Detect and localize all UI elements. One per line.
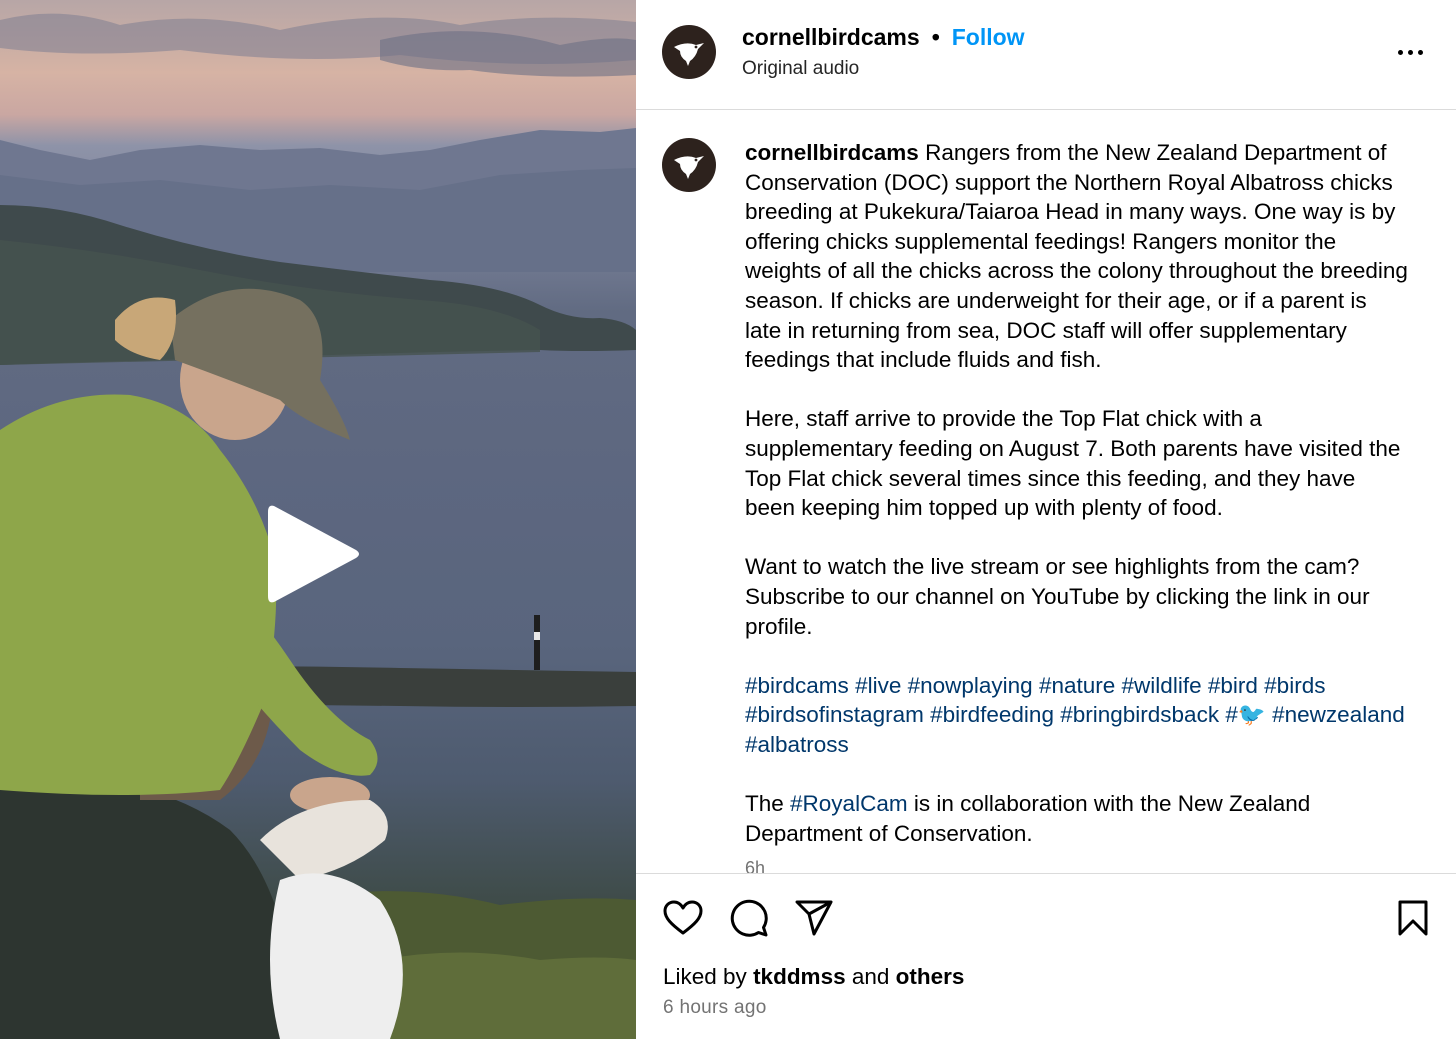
collab-prefix: The [745, 791, 791, 817]
hashtag[interactable]: #birds [1264, 673, 1325, 698]
bird-logo-icon [674, 156, 704, 179]
caption-avatar[interactable] [662, 138, 716, 192]
hashtag[interactable]: #bringbirdsback [1060, 702, 1219, 727]
caption-paragraph-1: cornellbirdcams Rangers from the New Zea… [745, 138, 1409, 375]
liked-by-others[interactable]: others [896, 964, 965, 989]
post-video[interactable] [0, 0, 636, 1039]
hashtag-royalcam[interactable]: #RoyalCam [790, 791, 908, 816]
caption-timestamp[interactable]: 6h [745, 858, 765, 873]
follow-button[interactable]: Follow [952, 24, 1025, 51]
avatar[interactable] [662, 25, 716, 79]
hashtag[interactable]: #birdfeeding [930, 702, 1054, 727]
caption-username[interactable]: cornellbirdcams [745, 140, 919, 165]
hashtag[interactable]: #bird [1208, 673, 1258, 698]
play-icon [268, 505, 359, 603]
hashtag[interactable]: #nature [1039, 673, 1115, 698]
save-button[interactable] [1391, 896, 1435, 940]
bookmark-icon [1398, 900, 1428, 936]
share-button[interactable] [792, 896, 836, 940]
post-header: cornellbirdcams • Follow Original audio [636, 0, 1456, 110]
heart-icon [663, 900, 703, 935]
audio-label[interactable]: Original audio [742, 58, 859, 80]
caption-text: cornellbirdcams Rangers from the New Zea… [745, 138, 1409, 873]
more-options-dot [1417, 49, 1423, 55]
more-options-icon [1397, 49, 1403, 55]
hashtag[interactable]: #birdsofinstagram [745, 702, 924, 727]
header-line: cornellbirdcams • Follow [742, 24, 1025, 51]
post-panel: cornellbirdcams • Follow Original audio … [636, 0, 1456, 1039]
hashtag[interactable]: #🐦 [1225, 702, 1266, 727]
divider [636, 873, 1456, 874]
bird-logo-icon [674, 43, 704, 66]
hashtag[interactable]: #wildlife [1122, 673, 1202, 698]
action-bar [636, 890, 1456, 946]
hashtag[interactable]: #albatross [745, 732, 849, 757]
header-username[interactable]: cornellbirdcams [742, 24, 920, 51]
comment-icon [730, 899, 768, 937]
post-timestamp[interactable]: 6 hours ago [663, 997, 767, 1019]
hashtag[interactable]: #nowplaying [908, 673, 1033, 698]
caption-area[interactable]: cornellbirdcams Rangers from the New Zea… [636, 111, 1456, 873]
caption-paragraph-collab: The #RoyalCam is in collaboration with t… [745, 789, 1409, 848]
caption-hashtags: #birdcams #live #nowplaying #nature #wil… [745, 671, 1409, 760]
likes-prefix: Liked by [663, 964, 754, 989]
more-options-button[interactable] [1394, 38, 1426, 66]
liked-by-user[interactable]: tkddmss [753, 964, 846, 989]
hashtag[interactable]: #birdcams [745, 673, 849, 698]
hashtag[interactable]: #live [855, 673, 901, 698]
play-button[interactable] [260, 498, 380, 618]
comment-button[interactable] [727, 896, 771, 940]
caption-body-1: Rangers from the New Zealand Department … [745, 140, 1408, 373]
share-icon [795, 900, 833, 936]
likes-summary: Liked by tkddmss and others [663, 964, 964, 990]
likes-middle: and [845, 964, 896, 989]
like-button[interactable] [661, 896, 705, 940]
caption-paragraph-3: Want to watch the live stream or see hig… [745, 554, 1370, 639]
hashtag[interactable]: #newzealand [1272, 702, 1405, 727]
more-options-dot [1407, 49, 1413, 55]
header-separator: • [931, 24, 940, 50]
caption-paragraph-2: Here, staff arrive to provide the Top Fl… [745, 406, 1401, 521]
